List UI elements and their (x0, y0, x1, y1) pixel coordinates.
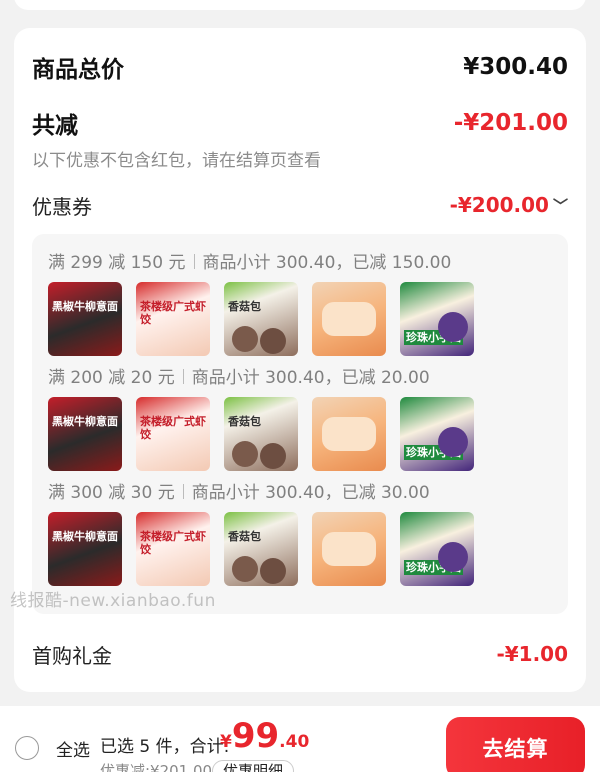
total-payable: ¥99.40 (220, 716, 309, 756)
product-tag: 茶楼级广式虾饺 (140, 300, 206, 326)
gift-label: 首购礼金 (32, 643, 112, 668)
coupon-group-title: 满 200 减 20 元商品小计 300.40，已减 20.00 (48, 365, 558, 391)
first-purchase-gift-row: 首购礼金 -¥1.00 (32, 636, 568, 672)
coupon-value: -¥200.00 (449, 193, 549, 217)
shrimp-roll-product-image[interactable] (312, 512, 386, 586)
bun-shape (232, 326, 258, 352)
total-reduction-label: 共减 (32, 113, 78, 139)
mushroom-bun-product-image[interactable]: 香菇包 (224, 512, 298, 586)
product-thumbnail-row: 黑椒牛柳意面 茶楼级广式虾饺 香菇包 珍珠小芋圆 (48, 397, 558, 471)
taro-ball-product-image[interactable]: 珍珠小芋圆 (400, 397, 474, 471)
coupon-group: 满 299 减 150 元商品小计 300.40，已减 150.00 黑椒牛柳意… (48, 250, 558, 356)
bun-shape (260, 558, 286, 584)
product-tag: 黑椒牛柳意面 (52, 530, 118, 543)
price-currency: ¥ (220, 732, 232, 752)
shrimp-dumpling-product-image[interactable]: 茶楼级广式虾饺 (136, 282, 210, 356)
divider (182, 369, 184, 384)
product-tag: 茶楼级广式虾饺 (140, 530, 206, 556)
product-tag: 香菇包 (228, 530, 261, 543)
roll-shape (322, 417, 376, 451)
total-price-label: 商品总价 (32, 57, 124, 83)
noodle-product-image[interactable]: 黑椒牛柳意面 (48, 512, 122, 586)
product-thumbnail-row: 黑椒牛柳意面 茶楼级广式虾饺 香菇包 珍珠小芋圆 (48, 282, 558, 356)
discount-detail-button[interactable]: 优惠明细 (212, 760, 295, 772)
coupon-row[interactable]: 优惠券 -¥200.00 ﹀ (32, 188, 568, 222)
shrimp-roll-product-image[interactable] (312, 282, 386, 356)
total-reduction-value: -¥201.00 (453, 110, 568, 136)
coupon-rule: 满 299 减 150 元 (48, 253, 186, 273)
taro-bowl-shape (438, 542, 468, 572)
divider (193, 254, 195, 269)
coupon-detail-panel: 满 299 减 150 元商品小计 300.40，已减 150.00 黑椒牛柳意… (32, 234, 568, 614)
product-thumbnail-row: 黑椒牛柳意面 茶楼级广式虾饺 香菇包 珍珠小芋圆 (48, 512, 558, 586)
shrimp-dumpling-product-image[interactable]: 茶楼级广式虾饺 (136, 512, 210, 586)
roll-shape (322, 302, 376, 336)
product-tag: 香菇包 (228, 415, 261, 428)
product-tag: 黑椒牛柳意面 (52, 415, 118, 428)
coupon-value-toggle[interactable]: -¥200.00 ﹀ (450, 193, 568, 217)
checkout-bar: 全选 已选 5 件，合计: ¥99.40 优惠减:¥201.00 优惠明细 去结… (0, 706, 600, 772)
selected-count-label: 已选 5 件，合计: (100, 737, 230, 757)
bun-shape (232, 556, 258, 582)
roll-shape (322, 532, 376, 566)
coupon-group-title: 满 299 减 150 元商品小计 300.40，已减 150.00 (48, 250, 558, 276)
taro-bowl-shape (438, 427, 468, 457)
total-price-row: 商品总价 ¥300.40 (32, 50, 568, 84)
coupon-subtotal: 商品小计 300.40，已减 30.00 (191, 483, 430, 503)
shrimp-dumpling-product-image[interactable]: 茶楼级广式虾饺 (136, 397, 210, 471)
total-reduction-row: 共减 -¥201.00 (32, 106, 568, 140)
price-integer: 99 (231, 716, 280, 756)
select-all-radio[interactable] (15, 736, 39, 760)
discount-note: 以下优惠不包含红包，请在结算页查看 (32, 151, 321, 171)
taro-ball-product-image[interactable]: 珍珠小芋圆 (400, 512, 474, 586)
shrimp-roll-product-image[interactable] (312, 397, 386, 471)
coupon-group-title: 满 300 减 30 元商品小计 300.40，已减 30.00 (48, 480, 558, 506)
product-tag: 茶楼级广式虾饺 (140, 415, 206, 441)
coupon-group: 满 300 减 30 元商品小计 300.40，已减 30.00 黑椒牛柳意面 … (48, 480, 558, 586)
product-tag: 香菇包 (228, 300, 261, 313)
coupon-rule: 满 200 减 20 元 (48, 368, 175, 388)
coupon-subtotal: 商品小计 300.40，已减 20.00 (191, 368, 430, 388)
mushroom-bun-product-image[interactable]: 香菇包 (224, 282, 298, 356)
previous-card-edge (14, 0, 586, 10)
gift-value: -¥1.00 (496, 642, 568, 666)
checkout-button[interactable]: 去结算 (446, 717, 585, 772)
select-all-label[interactable]: 全选 (56, 736, 90, 761)
coupon-group: 满 200 减 20 元商品小计 300.40，已减 20.00 黑椒牛柳意面 … (48, 365, 558, 471)
total-price-value: ¥300.40 (463, 54, 568, 80)
taro-bowl-shape (438, 312, 468, 342)
bun-shape (260, 443, 286, 469)
taro-ball-product-image[interactable]: 珍珠小芋圆 (400, 282, 474, 356)
bun-shape (260, 328, 286, 354)
watermark: 线报酷-new.xianbao.fun (10, 591, 216, 611)
product-tag: 黑椒牛柳意面 (52, 300, 118, 313)
price-decimal: .40 (279, 732, 310, 752)
mushroom-bun-product-image[interactable]: 香菇包 (224, 397, 298, 471)
noodle-product-image[interactable]: 黑椒牛柳意面 (48, 397, 122, 471)
discount-summary: 优惠减:¥201.00 (100, 762, 213, 772)
coupon-label: 优惠券 (32, 194, 92, 219)
coupon-rule: 满 300 减 30 元 (48, 483, 175, 503)
noodle-product-image[interactable]: 黑椒牛柳意面 (48, 282, 122, 356)
coupon-subtotal: 商品小计 300.40，已减 150.00 (202, 253, 452, 273)
divider (182, 484, 184, 499)
bun-shape (232, 441, 258, 467)
chevron-down-icon[interactable]: ﹀ (553, 195, 568, 216)
